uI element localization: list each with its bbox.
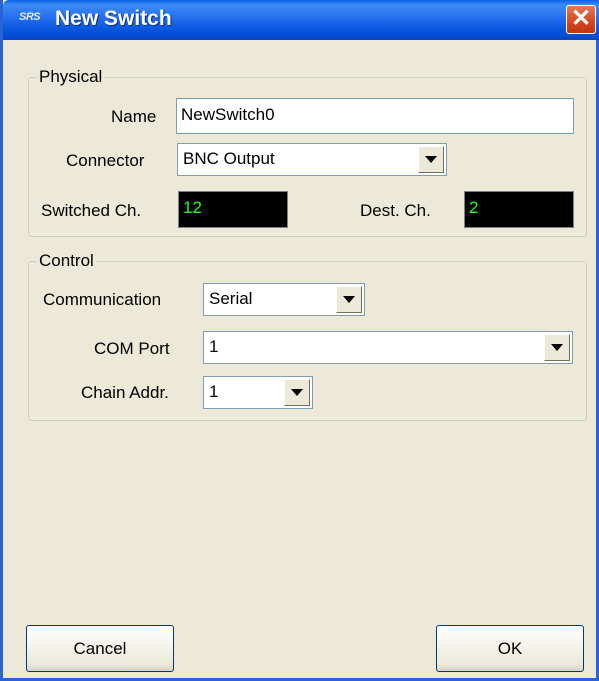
window-title: New Switch [55,7,172,30]
communication-value: Serial [209,289,253,308]
switched-ch-label: Switched Ch. [41,201,142,220]
chain-addr-select[interactable]: 1 [203,376,313,409]
chain-addr-label: Chain Addr. [81,383,169,402]
com-port-select[interactable]: 1 [203,331,573,364]
physical-legend: Physical [39,67,103,86]
communication-label: Communication [43,290,162,309]
close-button[interactable]: ✕ [566,5,596,34]
chevron-down-icon[interactable] [418,146,444,173]
chevron-down-icon[interactable] [544,334,570,361]
communication-select[interactable]: Serial [203,283,365,316]
com-port-label: COM Port [94,339,170,358]
name-label: Name [111,107,157,126]
chain-addr-value: 1 [209,382,219,401]
app-logo-icon: SRS [19,11,41,23]
close-icon: ✕ [570,5,592,32]
title-bar[interactable]: SRS New Switch ✕ [3,0,599,40]
new-switch-dialog: SRS New Switch ✕ Physical Name NewSwitch… [0,0,599,681]
cancel-button[interactable]: Cancel [26,625,174,672]
dest-ch-display: 2 [464,191,574,228]
name-input[interactable]: NewSwitch0 [176,98,574,134]
connector-value: BNC Output [183,149,275,168]
control-legend: Control [39,251,94,270]
chevron-down-icon[interactable] [336,286,362,313]
connector-label: Connector [66,151,145,170]
switched-ch-display: 12 [178,191,288,228]
connector-select[interactable]: BNC Output [177,143,447,176]
dest-ch-label: Dest. Ch. [360,201,431,220]
com-port-value: 1 [209,337,219,356]
chevron-down-icon[interactable] [284,379,310,406]
ok-button[interactable]: OK [436,625,584,672]
